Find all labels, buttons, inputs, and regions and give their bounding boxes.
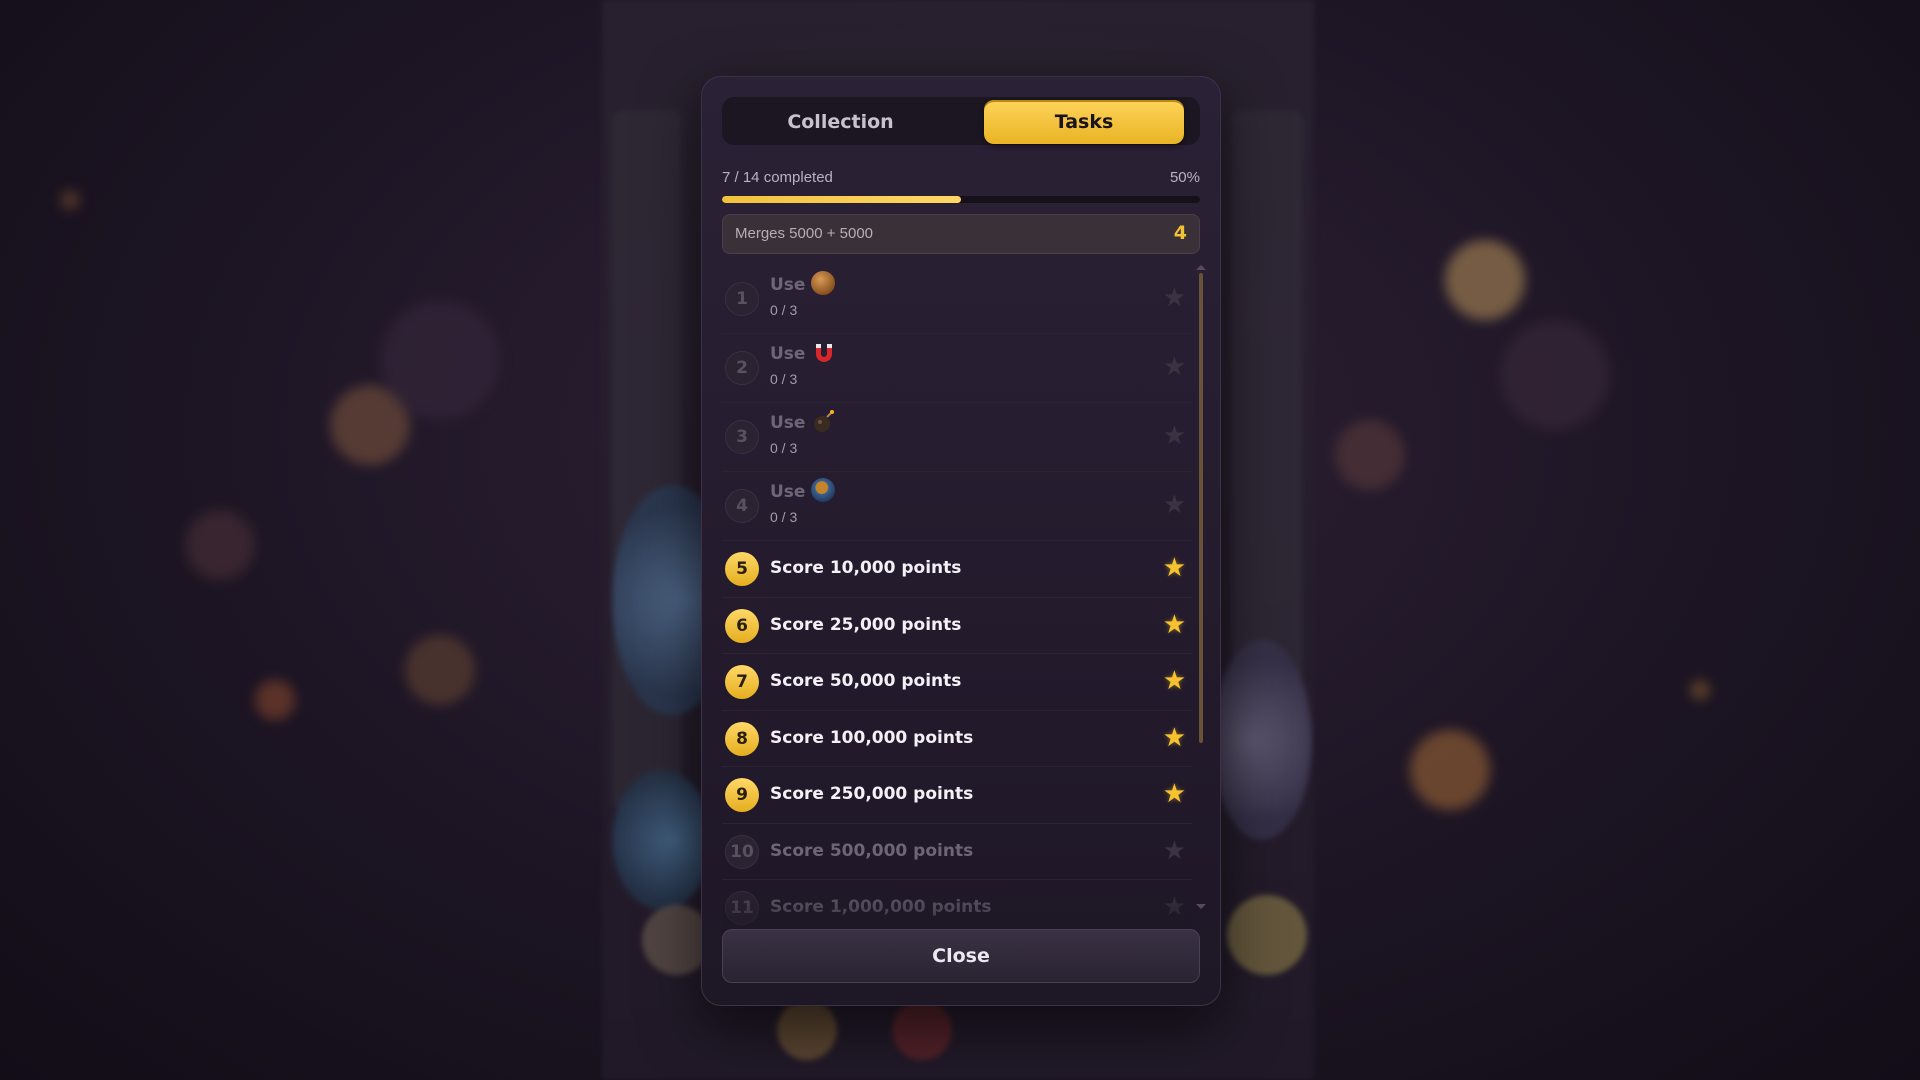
task-title: Score 500,000 points xyxy=(770,841,973,861)
task-title-text: Score 10,000 points xyxy=(770,558,962,578)
task-row[interactable]: 10 Score 500,000 points ★ xyxy=(722,824,1192,880)
task-progress: 0 / 3 xyxy=(770,371,798,387)
tab-collection[interactable]: Collection xyxy=(725,100,956,144)
brown-coin-icon xyxy=(811,271,836,295)
task-row[interactable]: 3 Use 0 / 3 ★ xyxy=(722,403,1192,472)
task-title: Score 50,000 points xyxy=(770,671,961,691)
task-row[interactable]: 4 Use 0 / 3 ★ xyxy=(722,472,1192,541)
completed-count: 7 / 14 completed xyxy=(722,169,833,186)
task-title-text: Score 50,000 points xyxy=(770,671,962,691)
close-button[interactable]: Close xyxy=(722,929,1200,983)
task-number-badge: 2 xyxy=(725,351,759,385)
task-row[interactable]: 8 Score 100,000 points ★ xyxy=(722,711,1192,767)
progress-summary: 7 / 14 completed 50% xyxy=(722,169,1200,189)
task-number-badge: 8 xyxy=(725,721,759,756)
completed-percent: 50% xyxy=(1169,169,1200,186)
progress-bar-fill xyxy=(722,196,961,203)
task-number-badge: 6 xyxy=(725,608,759,643)
task-title: Score 25,000 points xyxy=(770,615,961,635)
star-icon: ★ xyxy=(1162,722,1186,753)
star-icon: ★ xyxy=(1162,490,1186,520)
task-title-text: Use xyxy=(770,275,806,295)
task-row[interactable]: 2 Use 0 / 3 ★ xyxy=(722,334,1192,403)
task-title-text: Score 250,000 points xyxy=(770,784,974,804)
task-progress: 0 / 3 xyxy=(770,509,798,525)
scrollbar[interactable] xyxy=(1199,273,1203,793)
task-number-badge: 1 xyxy=(725,282,759,316)
task-number-badge: 3 xyxy=(725,420,759,454)
star-icon: ★ xyxy=(1162,421,1186,451)
task-title: Use xyxy=(770,409,835,435)
task-title: Use xyxy=(770,342,835,366)
task-title-text: Use xyxy=(770,413,806,433)
task-row[interactable]: 9 Score 250,000 points ★ xyxy=(722,767,1192,824)
merges-banner: Merges 5000 + 5000 4 xyxy=(722,214,1200,254)
task-number-badge: 10 xyxy=(725,834,759,869)
star-icon: ★ xyxy=(1162,283,1186,313)
progress-bar xyxy=(722,196,1200,203)
task-title: Use xyxy=(770,271,836,297)
task-title-text: Score 500,000 points xyxy=(770,840,974,861)
task-title-text: Use xyxy=(770,344,806,364)
task-title: Score 100,000 points xyxy=(770,728,973,748)
task-title-text: Score 100,000 points xyxy=(770,727,974,748)
star-icon: ★ xyxy=(1162,835,1186,866)
bomb-icon xyxy=(811,409,835,433)
star-icon: ★ xyxy=(1162,553,1186,583)
task-title: Use xyxy=(770,478,836,504)
task-progress: 0 / 3 xyxy=(770,302,798,318)
star-icon: ★ xyxy=(1162,666,1186,696)
scrollbar-thumb[interactable] xyxy=(1199,273,1203,743)
task-number-badge: 9 xyxy=(725,778,759,812)
task-title-text: Use xyxy=(770,482,806,502)
scroll-down-arrow-icon[interactable] xyxy=(1196,904,1206,909)
task-title: Score 250,000 points xyxy=(770,784,973,804)
scroll-up-arrow-icon[interactable] xyxy=(1196,265,1206,270)
tab-bar: Collection Tasks xyxy=(722,97,1200,145)
task-row[interactable]: 5 Score 10,000 points ★ xyxy=(722,541,1192,598)
task-number-badge: 5 xyxy=(725,552,759,586)
blue-orb-icon xyxy=(811,478,836,502)
task-number-badge: 4 xyxy=(725,489,759,523)
tasks-modal: Collection Tasks 7 / 14 completed 50% Me… xyxy=(701,76,1221,1006)
task-row[interactable]: 1 Use 0 / 3 ★ xyxy=(722,265,1192,334)
magnet-icon xyxy=(811,340,835,364)
star-icon: ★ xyxy=(1162,352,1186,382)
task-row[interactable]: 7 Score 50,000 points ★ xyxy=(722,654,1192,711)
task-title: Score 10,000 points xyxy=(770,558,961,578)
star-icon: ★ xyxy=(1162,609,1186,640)
merges-label: Merges 5000 + 5000 xyxy=(735,225,874,242)
task-title-text: Score 25,000 points xyxy=(770,614,962,635)
tab-tasks[interactable]: Tasks xyxy=(984,100,1184,144)
task-number-badge: 7 xyxy=(725,665,759,699)
star-icon: ★ xyxy=(1162,779,1186,809)
task-row[interactable]: 6 Score 25,000 points ★ xyxy=(722,598,1192,654)
task-progress: 0 / 3 xyxy=(770,440,798,456)
merges-count: 4 xyxy=(1173,222,1187,244)
